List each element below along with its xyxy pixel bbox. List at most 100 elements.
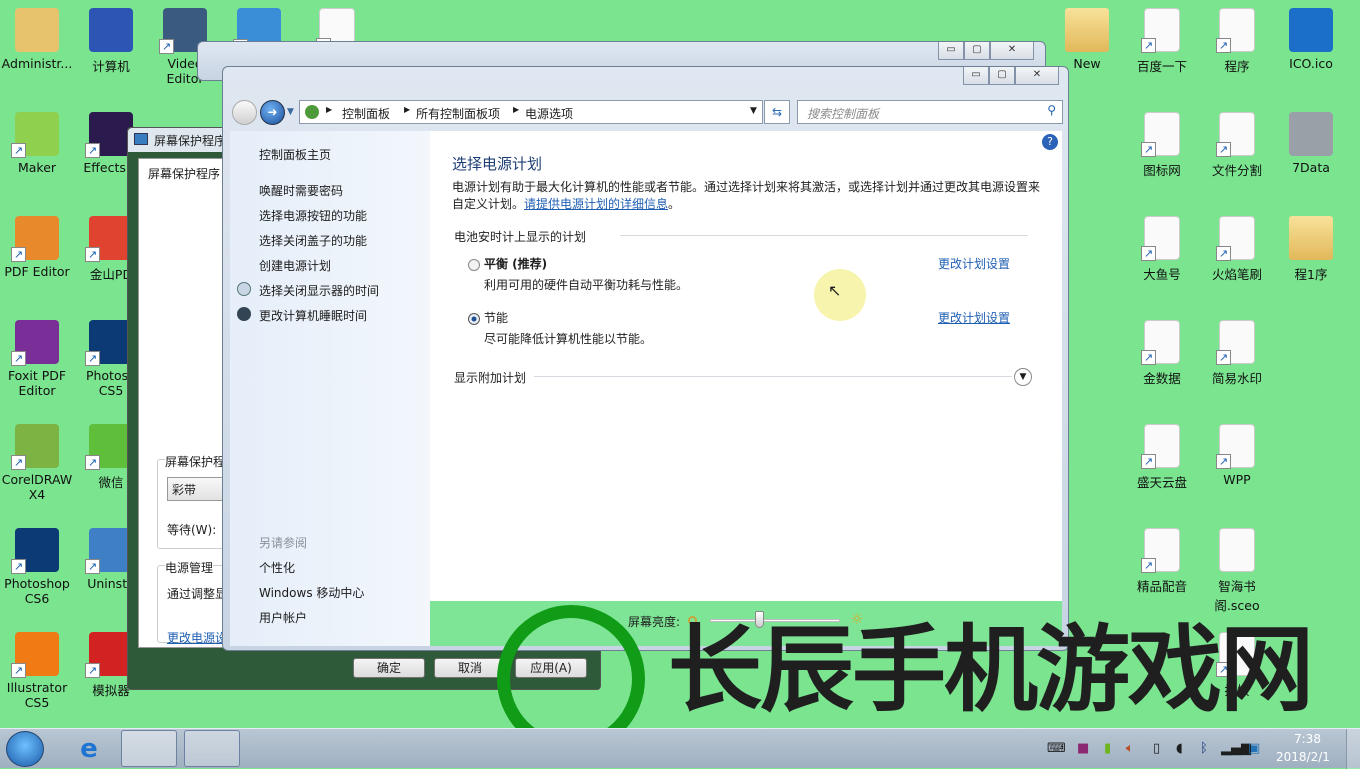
plan-balanced-desc: 利用可用的硬件自动平衡功耗与性能。 bbox=[484, 278, 689, 292]
desktop-icon[interactable]: ↗ Maker bbox=[0, 104, 74, 175]
desktop-icon-label: 盛天云盘 bbox=[1136, 475, 1187, 490]
bluetooth-icon[interactable]: ᛒ bbox=[1200, 741, 1208, 756]
keyboard-icon[interactable]: ⌨ bbox=[1047, 741, 1066, 756]
coreldraw-icon: ↗ bbox=[11, 424, 59, 470]
back-button[interactable] bbox=[232, 100, 257, 125]
refresh-button[interactable]: ⇆ bbox=[764, 100, 790, 124]
close-button[interactable]: ✕ bbox=[1015, 67, 1059, 85]
see-also-personalization[interactable]: 个性化 bbox=[259, 559, 295, 576]
shortcut-arrow-icon: ↗ bbox=[11, 143, 26, 158]
plan-balanced-settings-link[interactable]: 更改计划设置 bbox=[938, 255, 1010, 272]
volume-icon[interactable]: ◖ bbox=[1176, 741, 1183, 756]
cancel-button[interactable]: 取消 bbox=[434, 658, 506, 678]
history-dropdown-icon[interactable]: ▼ bbox=[287, 107, 294, 117]
signal-icon[interactable]: ▂▄▆ bbox=[1221, 741, 1251, 756]
address-dropdown-icon[interactable]: ▼ bbox=[750, 106, 757, 116]
tray-app-icon[interactable]: ■ bbox=[1077, 741, 1089, 756]
desktop-icon[interactable]: New bbox=[1050, 0, 1124, 71]
desktop-icon[interactable]: ↗ 大鱼号 bbox=[1125, 208, 1199, 283]
help-icon[interactable]: ? bbox=[1042, 134, 1058, 150]
desktop-icon[interactable]: ↗ WPP bbox=[1200, 416, 1274, 487]
breadcrumb-all-items[interactable]: 所有控制面板项 bbox=[416, 105, 500, 122]
desktop-icon[interactable]: ICO.ico bbox=[1274, 0, 1348, 71]
see-also-user-accounts[interactable]: 用户帐户 bbox=[259, 609, 307, 626]
taskbar-ie-icon[interactable]: e bbox=[74, 734, 104, 764]
nav-power-button[interactable]: 选择电源按钮的功能 bbox=[259, 207, 367, 224]
desktop-icon-label: 智海书阁.sceo bbox=[1214, 579, 1260, 613]
plan-details-link[interactable]: 请提供电源计划的详细信息 bbox=[524, 197, 668, 211]
taskbar-screensaver-button[interactable] bbox=[184, 730, 240, 767]
description: 电源计划有助于最大化计算机的性能或者节能。通过选择计划来将其激活，或选择计划并通… bbox=[452, 180, 1041, 211]
shortcut-arrow-icon: ↗ bbox=[85, 247, 100, 262]
taskbar-control-panel-button[interactable] bbox=[121, 730, 177, 767]
nav-lid-close[interactable]: 选择关闭盖子的功能 bbox=[259, 232, 367, 249]
battery-meter-icon[interactable]: ▮ bbox=[1104, 741, 1111, 756]
maximize-button[interactable]: ▢ bbox=[989, 67, 1015, 85]
ok-button[interactable]: 确定 bbox=[353, 658, 425, 678]
desktop-icon[interactable]: ↗ PDF Editor bbox=[0, 208, 74, 279]
desktop-icon[interactable]: ↗ 火焰笔刷 bbox=[1200, 208, 1274, 283]
search-icon[interactable]: ⚲ bbox=[1047, 103, 1056, 117]
breadcrumb-power-options[interactable]: 电源选项 bbox=[525, 105, 573, 122]
tab-screensaver[interactable]: 屏幕保护程序 bbox=[148, 165, 220, 182]
desktop-icon[interactable]: 7Data bbox=[1274, 104, 1348, 175]
shortcut-arrow-icon: ↗ bbox=[1141, 246, 1156, 261]
speaker-icon[interactable]: 🔈︎ bbox=[1126, 741, 1134, 756]
plan-saver-settings-link[interactable]: 更改计划设置 bbox=[938, 309, 1010, 326]
plan-balanced-name[interactable]: 平衡 (推荐) bbox=[484, 255, 547, 272]
nav-sleep-time[interactable]: 更改计算机睡眠时间 bbox=[259, 307, 367, 324]
desktop-icon[interactable]: Administr... bbox=[0, 0, 74, 71]
plan-balanced-radio[interactable] bbox=[468, 259, 480, 271]
desktop-icon[interactable]: ↗ 文件分割 bbox=[1200, 104, 1274, 179]
maximize-button[interactable]: ▢ bbox=[964, 42, 990, 60]
desktop-icon[interactable]: 智海书阁.sceo bbox=[1200, 520, 1274, 614]
nav-display-off[interactable]: 选择关闭显示器的时间 bbox=[259, 282, 379, 299]
maker-icon: ↗ bbox=[11, 112, 59, 158]
desktop-icon[interactable]: ↗ Foxit PDF Editor bbox=[0, 312, 74, 398]
minimize-button[interactable]: ▭ bbox=[963, 67, 989, 85]
desktop-icon[interactable]: ↗ 图标网 bbox=[1125, 104, 1199, 179]
desktop-icon-label: WPP bbox=[1223, 472, 1251, 487]
nav-wake-password[interactable]: 唤醒时需要密码 bbox=[259, 182, 343, 199]
battery-icon[interactable]: ▯ bbox=[1153, 741, 1160, 756]
show-desktop-button[interactable] bbox=[1346, 729, 1360, 769]
shortcut-arrow-icon: ↗ bbox=[85, 143, 100, 158]
power-text: 通过调整显 bbox=[167, 587, 228, 601]
desktop-icon-label: Illustrator CS5 bbox=[6, 680, 68, 710]
desktop-icon[interactable]: ↗ 百度一下 bbox=[1125, 0, 1199, 75]
shortcut-arrow-icon: ↗ bbox=[85, 663, 100, 678]
desktop-icon[interactable]: ↗ 简易水印 bbox=[1200, 312, 1274, 387]
desktop-icon[interactable]: 程1序 bbox=[1274, 208, 1348, 283]
desktop-icon[interactable]: ↗ 精品配音 bbox=[1125, 520, 1199, 595]
desktop-icon[interactable]: ↗ CorelDRAW X4 bbox=[0, 416, 74, 502]
search-box[interactable]: 搜索控制面板 ⚲ bbox=[797, 100, 1063, 124]
address-bar[interactable]: ▶ 控制面板 ▶ 所有控制面板项 ▶ 电源选项 ▼ bbox=[299, 100, 763, 124]
plan-saver-desc: 尽可能降低计算机性能以节能。 bbox=[484, 332, 653, 346]
see-also-mobility-center[interactable]: Windows 移动中心 bbox=[259, 584, 364, 601]
minimize-button[interactable]: ▭ bbox=[938, 42, 964, 60]
desktop-icon[interactable]: ↗ Photoshop CS6 bbox=[0, 520, 74, 606]
search-input[interactable]: 搜索控制面板 bbox=[807, 105, 879, 122]
clock-date[interactable]: 2018/2/1 bbox=[1276, 750, 1330, 764]
forward-button[interactable]: ➜ bbox=[260, 100, 285, 125]
desktop-icon[interactable]: ↗ 盛天云盘 bbox=[1125, 416, 1199, 491]
dialog-title: 屏幕保护程序 bbox=[154, 134, 227, 148]
nav-control-panel-home[interactable]: 控制面板主页 bbox=[259, 146, 331, 163]
close-button[interactable]: ✕ bbox=[990, 42, 1034, 60]
desktop-icon[interactable]: 计算机 bbox=[74, 0, 148, 75]
input-method-icon[interactable]: ▣ bbox=[1248, 741, 1260, 756]
desktop-icon[interactable]: ↗ Illustrator CS5 bbox=[0, 624, 74, 710]
expand-chevron-icon[interactable]: ▼ bbox=[1014, 368, 1032, 386]
start-button[interactable] bbox=[6, 731, 44, 767]
desktop-icon[interactable]: ↗ 金数据 bbox=[1125, 312, 1199, 387]
desktop-icon[interactable]: ↗ 程序 bbox=[1200, 0, 1274, 75]
change-power-settings-link[interactable]: 更改电源设 bbox=[167, 629, 227, 646]
plan-saver-radio[interactable] bbox=[468, 313, 480, 325]
desktop-icon-label: ICO.ico bbox=[1289, 56, 1333, 71]
file-shortcut-icon: ↗ bbox=[1141, 424, 1180, 469]
left-nav-pane: 控制面板主页 唤醒时需要密码 选择电源按钮的功能 选择关闭盖子的功能 创建电源计… bbox=[230, 131, 430, 646]
breadcrumb-control-panel[interactable]: 控制面板 bbox=[342, 105, 390, 122]
plan-saver-name[interactable]: 节能 bbox=[484, 309, 508, 326]
nav-create-plan[interactable]: 创建电源计划 bbox=[259, 257, 331, 274]
clock-time[interactable]: 7:38 bbox=[1294, 732, 1321, 746]
